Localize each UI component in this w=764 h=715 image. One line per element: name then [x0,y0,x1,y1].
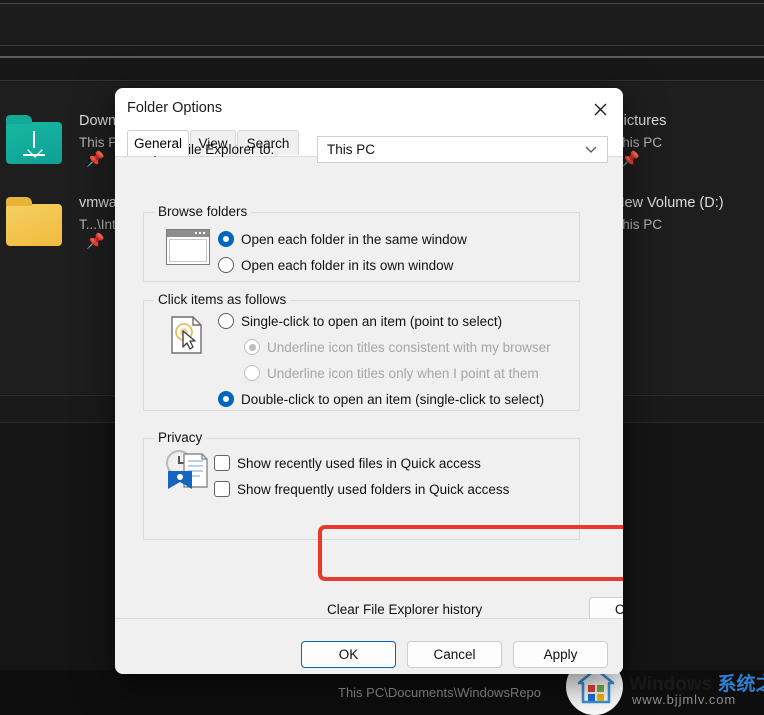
radio-indicator [244,365,260,381]
checkbox-show-frequent-folders[interactable]: Show frequently used folders in Quick ac… [214,481,509,497]
radio-open-own-window[interactable]: Open each folder in its own window [218,257,453,273]
checkbox-indicator [214,455,230,471]
folder-icon[interactable] [6,197,62,246]
apply-button[interactable]: Apply [513,641,608,668]
radio-open-same-window[interactable]: Open each folder in the same window [218,231,467,247]
watermark-url: www.bjjmlv.com [632,692,737,707]
folder-options-dialog: Folder Options General View Search Open … [115,88,623,674]
cancel-button[interactable]: Cancel [407,641,502,668]
page-cursor-icon [171,316,202,354]
privacy-history-icon [166,450,208,489]
radio-label: Single-click to open an item (point to s… [241,313,503,329]
close-button[interactable] [577,88,623,130]
click-items-title: Click items as follows [154,292,291,307]
dialog-titlebar[interactable]: Folder Options [115,88,623,130]
radio-indicator [244,339,260,355]
radio-label: Open each folder in the same window [241,231,467,247]
click-items-group: Click items as follows Single-click to o… [143,292,580,411]
open-file-explorer-value: This PC [327,142,376,157]
privacy-title: Privacy [154,430,207,445]
desktop-band [0,4,764,45]
download-folder-icon[interactable] [6,115,62,164]
checkbox-label: Show recently used files in Quick access [237,455,481,471]
tab-general[interactable]: General [127,130,189,156]
checkbox-indicator [214,481,230,497]
radio-underline-on-point: Underline icon titles only when I point … [244,365,539,381]
radio-indicator [218,313,234,329]
divider [0,56,764,58]
desktop-band [0,58,764,80]
divider [0,3,764,4]
radio-label: Underline icon titles consistent with my… [267,339,551,355]
open-file-explorer-select[interactable]: This PC [317,136,608,163]
close-icon [594,103,606,115]
window-preview-icon [166,229,210,265]
radio-double-click[interactable]: Double-click to open an item (single-cli… [218,391,544,407]
ok-button[interactable]: OK [301,641,396,668]
radio-indicator [218,231,234,247]
browse-folders-title: Browse folders [154,204,252,219]
pin-icon: 📌 [86,151,105,168]
divider [0,80,764,81]
pin-icon: 📌 [621,151,640,168]
tab-label: General [133,136,183,151]
radio-indicator [218,257,234,273]
pin-icon: 📌 [86,233,105,250]
divider [0,45,764,46]
checkbox-show-recent-files[interactable]: Show recently used files in Quick access [214,455,481,471]
clear-history-label: Clear File Explorer history [327,602,483,617]
radio-underline-consistent: Underline icon titles consistent with my… [244,339,551,355]
radio-label: Underline icon titles only when I point … [267,365,539,381]
checkbox-label: Show frequently used folders in Quick ac… [237,481,510,497]
chevron-down-icon [585,146,597,153]
browse-folders-group: Browse folders Open each folder in the s… [143,204,580,282]
radio-label: Double-click to open an item (single-cli… [241,391,545,407]
dialog-title: Folder Options [127,100,223,116]
privacy-group: Privacy Show recently used files in Quic… [143,430,580,540]
radio-single-click[interactable]: Single-click to open an item (point to s… [218,313,502,329]
radio-indicator [218,391,234,407]
radio-label: Open each folder in its own window [241,257,454,273]
status-path: This PC\Documents\WindowsRepo [338,685,542,700]
list-item-label[interactable]: New Volume (D:) [614,195,724,211]
